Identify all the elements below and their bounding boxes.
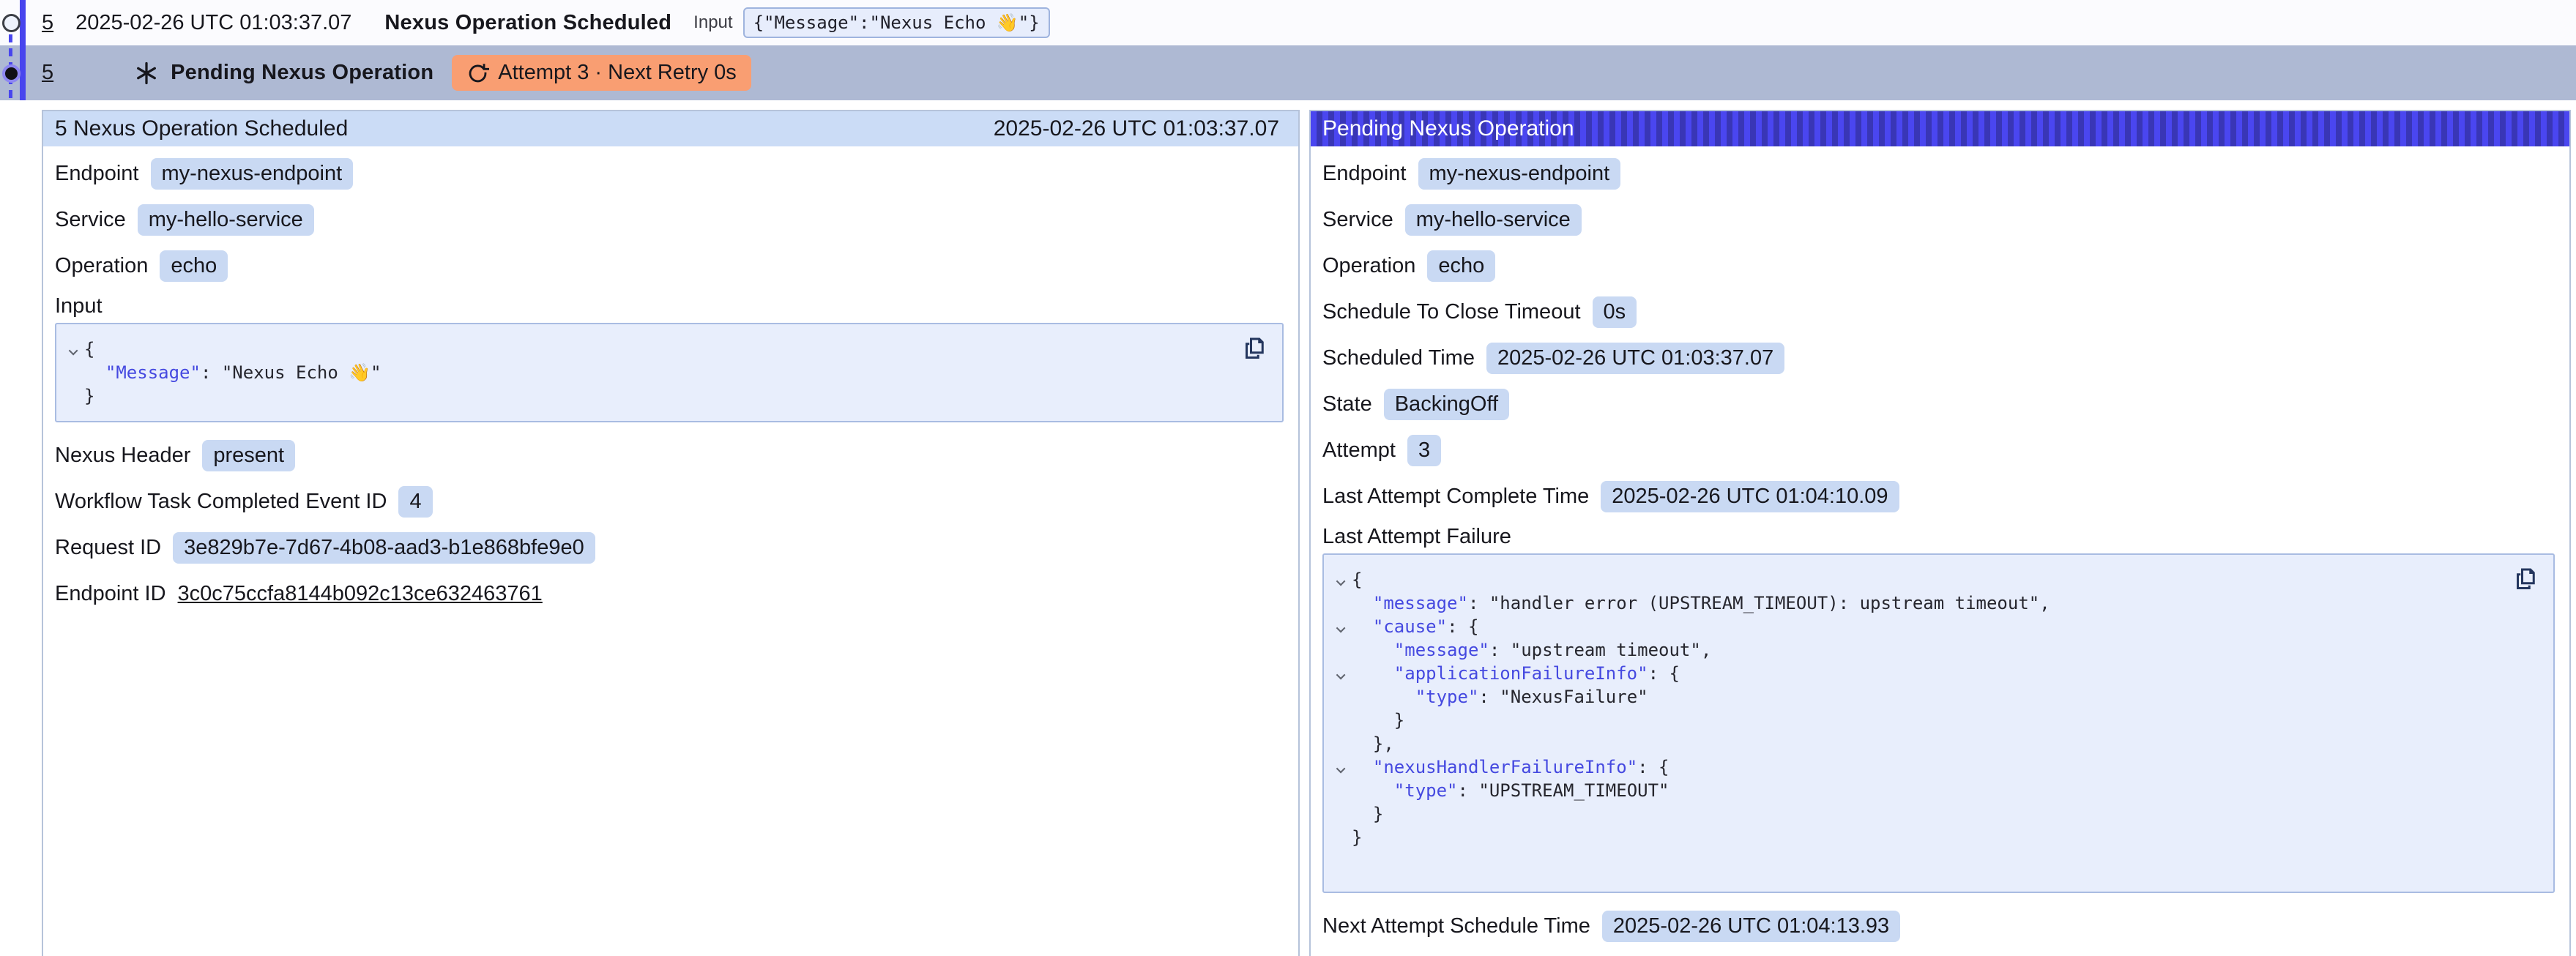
field-label: Last Attempt Complete Time [1322,485,1589,509]
collapse-chevron-icon[interactable] [1331,755,1352,779]
field-label: State [1322,392,1372,417]
event-id-link[interactable]: 5 [42,11,53,35]
field-value-badge: BackingOff [1384,389,1509,420]
event-row-nexus-operation-scheduled[interactable]: 5 2025-02-26 UTC 01:03:37.07 Nexus Opera… [0,0,2576,45]
field-request-id: Request ID 3e829b7e-7d67-4b08-aad3-b1e86… [55,525,1284,571]
failure-json-block: { "message": "handler error (UPSTREAM_TI… [1322,553,2555,893]
field-label: Endpoint ID [55,582,166,606]
field-label: Scheduled Time [1322,346,1475,370]
pending-panel-title: Pending Nexus Operation [1322,116,1574,141]
field-endpoint: Endpoint my-nexus-endpoint [1322,151,2555,197]
retry-badge-label: Attempt 3 · Next Retry 0s [498,61,737,85]
scheduled-panel-header: 5 Nexus Operation Scheduled 2025-02-26 U… [43,111,1298,146]
field-label: Service [1322,208,1393,232]
field-label: Service [55,208,126,232]
field-scheduled-time: Scheduled Time 2025-02-26 UTC 01:03:37.0… [1322,335,2555,381]
graph-active-span-bar [20,0,26,100]
field-label: Schedule To Close Timeout [1322,300,1581,324]
field-value-badge: 4 [398,486,432,518]
field-last-attempt-complete-time: Last Attempt Complete Time 2025-02-26 UT… [1322,474,2555,520]
event-input-preview-badge[interactable]: {"Message":"Nexus Echo 👋"} [743,7,1050,38]
field-label: Nexus Header [55,444,190,468]
field-operation: Operation echo [1322,243,2555,289]
event-row-pending-nexus-operation[interactable]: 5 Pending Nexus Operation Attempt 3 · Ne… [0,45,2576,100]
event-graph-rail [0,0,34,100]
field-workflow-task-completed-event-id: Workflow Task Completed Event ID 4 [55,479,1284,525]
retry-icon [466,61,489,84]
collapse-chevron-icon[interactable] [1331,662,1352,685]
input-section-label: Input [55,289,1284,323]
field-value-badge: 3 [1407,435,1441,466]
scheduled-panel-timestamp: 2025-02-26 UTC 01:03:37.07 [994,116,1279,141]
field-value-badge: 2025-02-26 UTC 01:03:37.07 [1486,343,1784,374]
endpoint-id-link[interactable]: 3c0c75ccfa8144b092c13ce632463761 [178,582,543,606]
last-attempt-failure-label: Last Attempt Failure [1322,520,2555,553]
field-label: Workflow Task Completed Event ID [55,490,387,514]
field-value-badge: present [202,440,295,471]
field-schedule-to-close-timeout: Schedule To Close Timeout 0s [1322,289,2555,335]
field-label: Operation [1322,254,1415,278]
field-label: Endpoint [1322,162,1407,186]
field-service: Service my-hello-service [55,197,1284,243]
field-value-badge: my-hello-service [138,204,314,236]
field-service: Service my-hello-service [1322,197,2555,243]
graph-node-pending [2,64,21,83]
collapse-chevron-icon[interactable] [1331,615,1352,638]
field-label: Attempt [1322,438,1396,463]
field-value-badge: 2025-02-26 UTC 01:04:13.93 [1602,911,1900,942]
field-attempt: Attempt 3 [1322,427,2555,474]
event-title: Pending Nexus Operation [171,61,433,85]
field-value-badge: 2025-02-26 UTC 01:04:10.09 [1601,481,1899,512]
graph-node-scheduled [2,14,21,32]
field-endpoint-id: Endpoint ID 3c0c75ccfa8144b092c13ce63246… [55,571,1284,617]
collapse-chevron-icon[interactable] [1331,568,1352,591]
collapse-chevron-icon[interactable] [64,337,84,361]
field-value-badge: echo [160,250,228,282]
field-endpoint: Endpoint my-nexus-endpoint [55,151,1284,197]
field-value-badge: my-nexus-endpoint [1418,158,1621,190]
event-timestamp: 2025-02-26 UTC 01:03:37.07 [75,11,351,35]
pending-asterisk-icon [134,61,159,86]
input-json-block: { "Message": "Nexus Echo 👋"} [55,323,1284,422]
event-input-label: Input [693,12,732,33]
field-state: State BackingOff [1322,381,2555,427]
graph-dashed-connector [9,20,12,100]
copy-icon[interactable] [1241,335,1267,361]
field-value-badge: 3e829b7e-7d67-4b08-aad3-b1e868bfe9e0 [173,532,595,564]
field-value-badge: my-nexus-endpoint [151,158,354,190]
field-value-badge: my-hello-service [1405,204,1582,236]
field-label: Operation [55,254,148,278]
field-label: Next Attempt Schedule Time [1322,914,1590,938]
event-history-view: 5 2025-02-26 UTC 01:03:37.07 Nexus Opera… [0,0,2576,956]
event-id-link[interactable]: 5 [42,61,53,85]
scheduled-panel-title: 5 Nexus Operation Scheduled [55,116,348,141]
field-operation: Operation echo [55,243,1284,289]
field-label: Request ID [55,536,161,560]
copy-icon[interactable] [2512,565,2539,591]
retry-attempt-badge: Attempt 3 · Next Retry 0s [452,55,751,91]
pending-operation-detail-panel: Pending Nexus Operation Endpoint my-nexu… [1309,110,2571,956]
field-nexus-header: Nexus Header present [55,433,1284,479]
pending-panel-header: Pending Nexus Operation [1311,111,2569,146]
event-title: Nexus Operation Scheduled [384,11,671,35]
field-label: Endpoint [55,162,139,186]
field-value-badge: 0s [1593,296,1637,328]
field-next-attempt-schedule-time: Next Attempt Schedule Time 2025-02-26 UT… [1322,903,2555,949]
scheduled-event-detail-panel: 5 Nexus Operation Scheduled 2025-02-26 U… [42,110,1300,956]
field-value-badge: echo [1427,250,1495,282]
